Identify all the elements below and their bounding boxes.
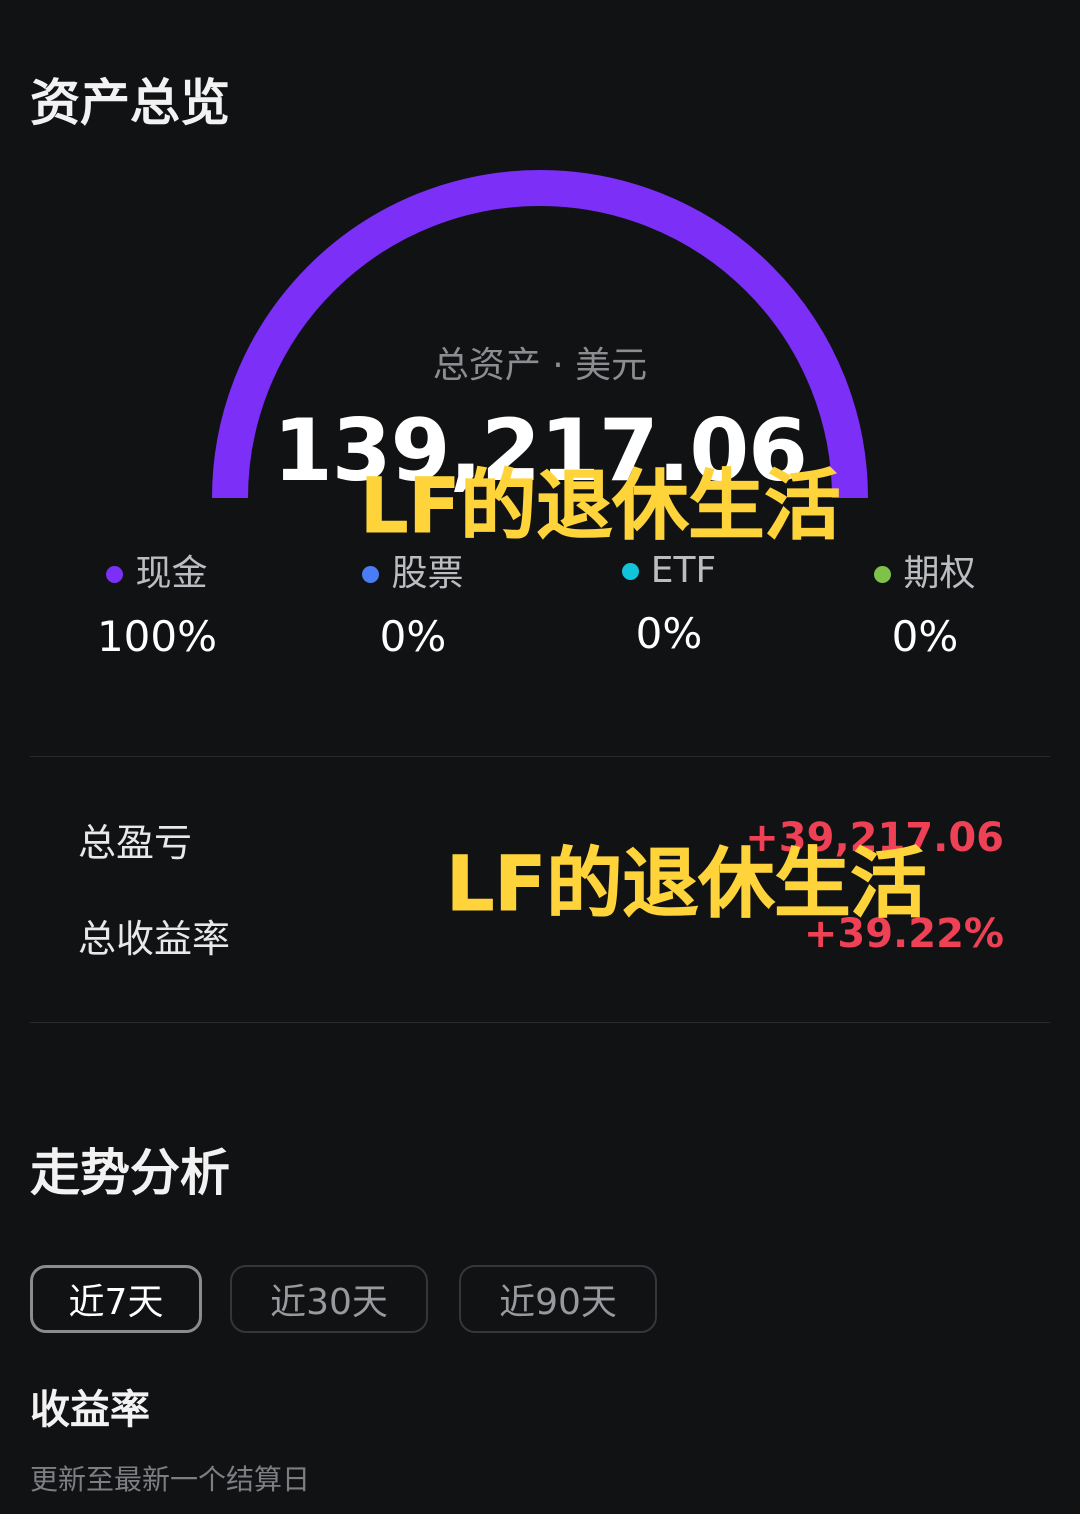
legend-item-option: 期权 0% (790, 556, 1060, 658)
trend-title: 走势分析 (30, 1144, 230, 1202)
legend-percent: 0% (891, 612, 959, 661)
divider (30, 756, 1050, 757)
legend-item-etf: ETF 0% (534, 553, 804, 655)
cash-dot-icon (106, 565, 124, 583)
etf-dot-icon (621, 562, 639, 580)
return-rate-title: 收益率 (30, 1387, 150, 1433)
range-7d-button[interactable]: 近7天 (30, 1265, 202, 1333)
legend-percent: 100% (96, 612, 218, 661)
legend-item-stock: 股票 0% (278, 556, 548, 658)
legend-label: 股票 (391, 553, 464, 594)
divider (30, 1022, 1050, 1023)
legend-percent: 0% (635, 609, 703, 658)
range-30d-button[interactable]: 近30天 (230, 1265, 428, 1333)
watermark-overlay: LF的退休生活 (445, 839, 927, 928)
update-note: 更新至最新一个结算日 (30, 1463, 311, 1496)
legend-label: ETF (650, 550, 717, 591)
gauge-caption: 总资产 · 美元 (432, 345, 648, 386)
range-90d-button[interactable]: 近90天 (459, 1265, 657, 1333)
option-dot-icon (874, 565, 892, 583)
watermark-overlay: LF的退休生活 (359, 461, 841, 550)
total-return-label: 总收益率 (78, 917, 231, 961)
total-pnl-label: 总盈亏 (78, 821, 193, 865)
legend-label: 期权 (903, 553, 976, 594)
stock-dot-icon (362, 565, 380, 583)
legend-item-cash: 现金 100% (22, 556, 292, 658)
legend-percent: 0% (379, 612, 447, 661)
legend-label: 现金 (135, 553, 208, 594)
